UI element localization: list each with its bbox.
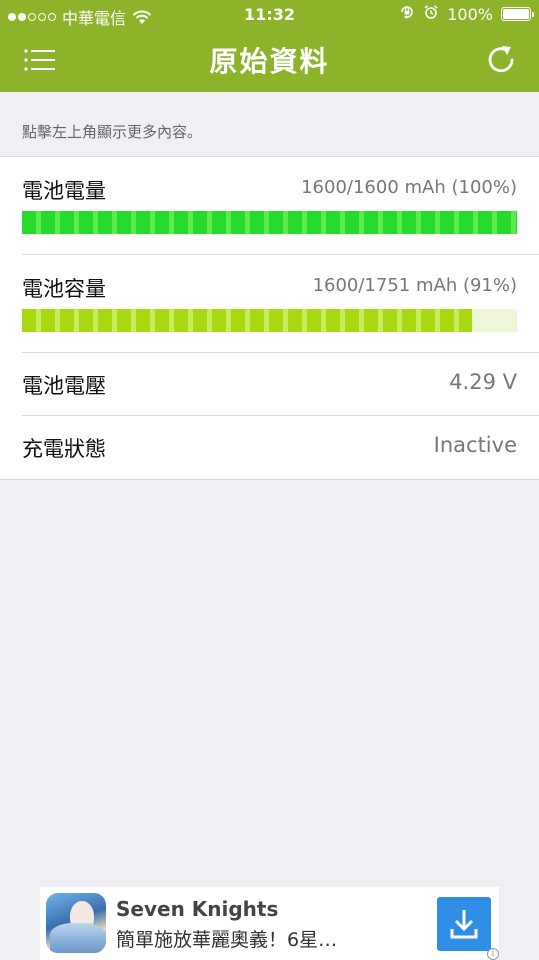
row-value: 1600/1751 mAh (91%) [312,275,517,296]
battery-capacity-row: 電池容量 1600/1751 mAh (91%) [22,255,539,353]
app-icon[interactable] [46,893,106,953]
charging-status-row: 充電狀態 Inactive [22,416,539,479]
battery-icon [501,7,534,21]
battery-voltage-row: 電池電壓 4.29 V [22,353,539,416]
row-label: 充電狀態 [22,437,106,461]
battery-capacity-bar [22,309,517,332]
battery-capacity-bar-fill [22,309,473,332]
row-label: 電池電量 [22,179,106,203]
hint-text: 點擊左上角顯示更多內容。 [22,123,203,141]
battery-level-fill [503,9,529,19]
battery-charge-bar [22,211,517,234]
status-right: 100% [399,4,534,24]
page-title: 原始資料 [209,45,330,78]
refresh-icon [488,46,514,73]
download-button[interactable] [437,897,491,951]
ad-banner[interactable]: Seven Knights 簡單施放華麗奧義！6星… i [40,887,499,960]
alarm-clock-icon [423,4,439,24]
status-bar: 中華電信 11:32 100% [0,0,539,30]
row-value: 4.29 V [449,370,517,394]
refresh-button[interactable] [485,44,517,76]
row-value: 1600/1600 mAh (100%) [301,177,517,198]
navigation-bar: 原始資料 [0,30,539,92]
ad-info-icon[interactable]: i [487,948,499,960]
rotation-lock-icon [399,4,415,24]
row-label: 電池電壓 [22,374,106,398]
battery-percent: 100% [447,4,493,24]
download-icon [450,910,478,939]
battery-charge-row: 電池電量 1600/1600 mAh (100%) [22,157,539,255]
row-value: Inactive [433,433,517,457]
app-header: 中華電信 11:32 100% 原始資料 [0,0,539,92]
battery-charge-bar-fill [22,211,517,234]
row-label: 電池容量 [22,277,106,301]
battery-info-list: 電池電量 1600/1600 mAh (100%) 電池容量 1600/1751… [0,156,539,480]
ad-title[interactable]: Seven Knights [116,897,278,921]
ad-description[interactable]: 簡單施放華麗奧義！6星… [116,925,337,952]
